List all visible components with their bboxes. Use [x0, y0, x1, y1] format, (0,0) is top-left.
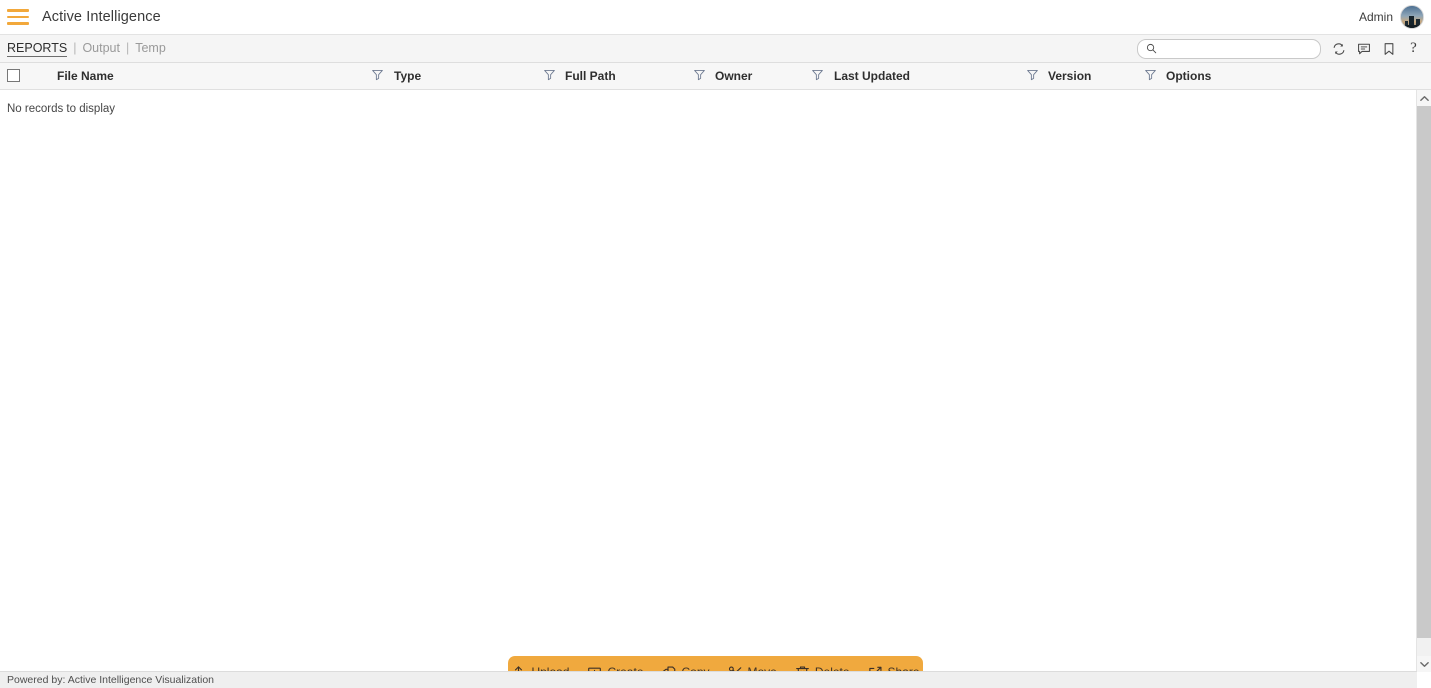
column-header-version[interactable]: Version: [1048, 63, 1091, 89]
breadcrumb-separator: |: [73, 40, 77, 55]
chevron-up-icon[interactable]: [1417, 90, 1431, 106]
footer-text: Powered by: Active Intelligence Visualiz…: [7, 674, 215, 686]
filter-icon-version[interactable]: [1144, 68, 1158, 84]
bookmark-icon[interactable]: [1381, 41, 1396, 57]
breadcrumb-item-reports[interactable]: REPORTS: [7, 41, 68, 57]
column-header-owner[interactable]: Owner: [715, 63, 752, 89]
column-header-last-updated[interactable]: Last Updated: [834, 63, 910, 89]
filter-icon-file-name[interactable]: [371, 68, 385, 84]
grid-header: File Name Type Full Path Owner Last Upda…: [0, 63, 1431, 90]
column-header-options[interactable]: Options: [1166, 63, 1211, 89]
application-window: Active Intelligence Admin REPORTS | Outp…: [0, 0, 1431, 688]
help-icon-glyph: ?: [1410, 40, 1417, 56]
avatar[interactable]: [1400, 5, 1424, 29]
select-all-checkbox[interactable]: [7, 69, 20, 82]
empty-state-message: No records to display: [7, 103, 116, 115]
breadcrumb: REPORTS | Output | Temp: [0, 41, 166, 57]
comment-icon[interactable]: [1356, 41, 1371, 57]
grid-body: No records to display: [0, 90, 1417, 672]
search-icon: [1146, 43, 1157, 54]
search-box[interactable]: [1137, 38, 1321, 59]
vertical-scrollbar[interactable]: [1416, 90, 1431, 672]
top-bar: Active Intelligence Admin: [0, 0, 1431, 34]
column-header-type[interactable]: Type: [394, 63, 421, 89]
filter-icon-type[interactable]: [543, 68, 557, 84]
search-input[interactable]: [1162, 42, 1312, 55]
app-title: Active Intelligence: [42, 9, 161, 25]
avatar-image-detail: [1401, 25, 1423, 28]
hamburger-line: [7, 9, 29, 12]
hamburger-menu-icon[interactable]: [7, 9, 29, 25]
breadcrumb-separator: |: [125, 40, 130, 55]
top-bar-right: Admin: [1359, 5, 1431, 29]
column-header-file-name[interactable]: File Name: [57, 63, 114, 89]
breadcrumb-item-temp[interactable]: Temp: [135, 41, 166, 55]
filter-icon-last-updated[interactable]: [1026, 68, 1040, 84]
breadcrumb-item-output[interactable]: Output: [82, 41, 120, 55]
filter-icon-owner[interactable]: [811, 68, 825, 84]
footer-bar: Powered by: Active Intelligence Visualiz…: [0, 671, 1417, 688]
column-header-full-path[interactable]: Full Path: [565, 63, 616, 89]
hamburger-line: [7, 15, 29, 19]
scrollbar-thumb[interactable]: [1417, 106, 1431, 638]
hamburger-line: [7, 22, 29, 25]
chevron-down-icon[interactable]: [1417, 656, 1431, 672]
breadcrumb-bar: REPORTS | Output | Temp ?: [0, 34, 1431, 63]
user-name-label: Admin: [1358, 10, 1393, 24]
breadcrumb-bar-right: ?: [1137, 38, 1431, 59]
filter-icon-full-path[interactable]: [693, 68, 707, 84]
help-icon[interactable]: ?: [1406, 41, 1421, 57]
refresh-icon[interactable]: [1331, 41, 1346, 57]
